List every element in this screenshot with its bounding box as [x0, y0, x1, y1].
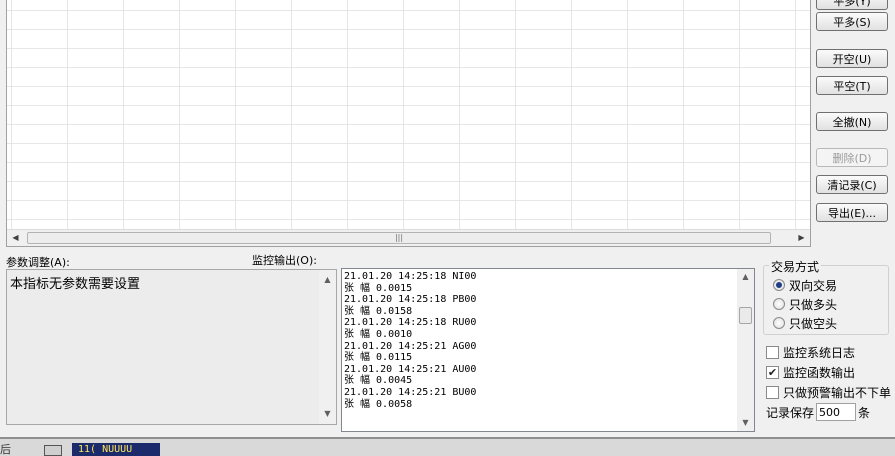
params-vertical-scrollbar[interactable]: ▲ ▼ [319, 270, 336, 424]
monitor-line: 张 幅 0.0115 [344, 352, 413, 364]
export-button[interactable]: 导出(E)... [816, 203, 888, 222]
radio-label: 双向交易 [789, 278, 838, 293]
monitor-line: 21.01.20 14:25:21 AG00 [344, 340, 477, 352]
taskbar-fragment: 后 [0, 443, 11, 456]
radio-icon[interactable] [773, 279, 785, 291]
params-text: 本指标无参数需要设置 [10, 277, 141, 292]
monitor-line: 21.01.20 14:25:18 PB00 [344, 294, 477, 306]
monitor-line: 张 幅 0.0015 [344, 282, 413, 294]
trade-mode-title: 交易方式 [769, 258, 822, 275]
radio-label: 只做空头 [789, 316, 838, 331]
checkbox-icon[interactable] [766, 345, 779, 359]
retain-count-input[interactable] [816, 403, 857, 421]
close-short-button[interactable]: 平空(T) [816, 76, 888, 95]
monitor-line: 张 幅 0.0045 [344, 375, 413, 387]
checkbox-icon[interactable] [766, 385, 779, 399]
trade-mode-group: 交易方式 双向交易 只做多头 只做空头 [763, 258, 889, 335]
open-short-button[interactable]: 开空(U) [816, 49, 888, 68]
taskbar-item[interactable]: 11( NUUUU [72, 443, 160, 456]
monitor-vertical-scrollbar[interactable]: ▲ ▼ [737, 269, 754, 431]
scroll-left-icon[interactable]: ◀ [7, 230, 24, 246]
system-log-option[interactable]: 监控系统日志 [766, 344, 855, 360]
grid-horizontal-scrollbar[interactable]: ◀ ||| ▶ [7, 229, 810, 246]
close-long-button[interactable]: 平多(S) [816, 12, 888, 31]
monitor-label: 监控输出(O): [252, 254, 317, 267]
monitor-lines: 21.01.20 14:25:18 NI00 张 幅 0.0015 21.01.20… [344, 271, 736, 413]
monitor-line: 张 幅 0.0010 [344, 328, 413, 340]
params-panel[interactable]: 本指标无参数需要设置 ▲ ▼ [6, 269, 337, 425]
checkbox-label: 监控系统日志 [783, 345, 856, 360]
clear-log-button[interactable]: 清记录(C) [816, 175, 888, 194]
checkbox-label: 只做预警输出不下单 [783, 385, 892, 400]
scroll-up-icon[interactable]: ▲ [319, 272, 336, 288]
top-partial-button[interactable]: 平多(Y) [816, 0, 888, 10]
checkbox-label: 监控函数输出 [783, 365, 856, 380]
radio-icon[interactable] [773, 298, 785, 310]
scrollbar-thumb[interactable] [739, 307, 752, 324]
record-retain-row: 记录保存 条 [766, 403, 870, 421]
results-grid[interactable]: ◀ ||| ▶ [6, 0, 811, 247]
trade-mode-option-short[interactable]: 只做空头 [773, 315, 837, 331]
scroll-up-icon[interactable]: ▲ [737, 269, 754, 285]
monitor-line: 21.01.20 14:25:18 NI00 [344, 271, 477, 282]
monitor-line: 21.01.20 14:25:18 RU00 [344, 317, 477, 329]
checkbox-icon[interactable]: ✔ [766, 365, 779, 379]
params-label: 参数调整(A): [6, 256, 70, 269]
retain-label: 记录保存 [766, 405, 815, 420]
monitor-output[interactable]: 21.01.20 14:25:18 NI00 张 幅 0.0015 21.01.20… [341, 268, 755, 432]
retain-unit: 条 [858, 405, 871, 420]
trade-mode-option-both[interactable]: 双向交易 [773, 277, 837, 293]
radio-icon[interactable] [773, 317, 785, 329]
grid-cells[interactable] [7, 0, 810, 230]
monitor-line: 张 幅 0.0158 [344, 305, 413, 317]
cancel-all-button[interactable]: 全撤(N) [816, 112, 888, 131]
delete-button[interactable]: 删除(D) [816, 148, 888, 167]
function-output-option[interactable]: ✔ 监控函数输出 [766, 364, 855, 380]
monitor-line: 21.01.20 14:25:21 AU00 [344, 363, 477, 375]
scrollbar-thumb[interactable]: ||| [27, 232, 771, 244]
warn-only-option[interactable]: 只做预警输出不下单 [766, 384, 891, 400]
taskbar-box [44, 445, 62, 456]
monitor-line: 21.01.20 14:25:21 BU00 [344, 386, 477, 398]
radio-label: 只做多头 [789, 297, 838, 312]
trade-mode-option-long[interactable]: 只做多头 [773, 296, 837, 312]
scroll-down-icon[interactable]: ▼ [319, 406, 336, 422]
scroll-down-icon[interactable]: ▼ [737, 415, 754, 431]
scroll-right-icon[interactable]: ▶ [793, 230, 810, 246]
monitor-line: 张 幅 0.0058 [344, 398, 413, 410]
